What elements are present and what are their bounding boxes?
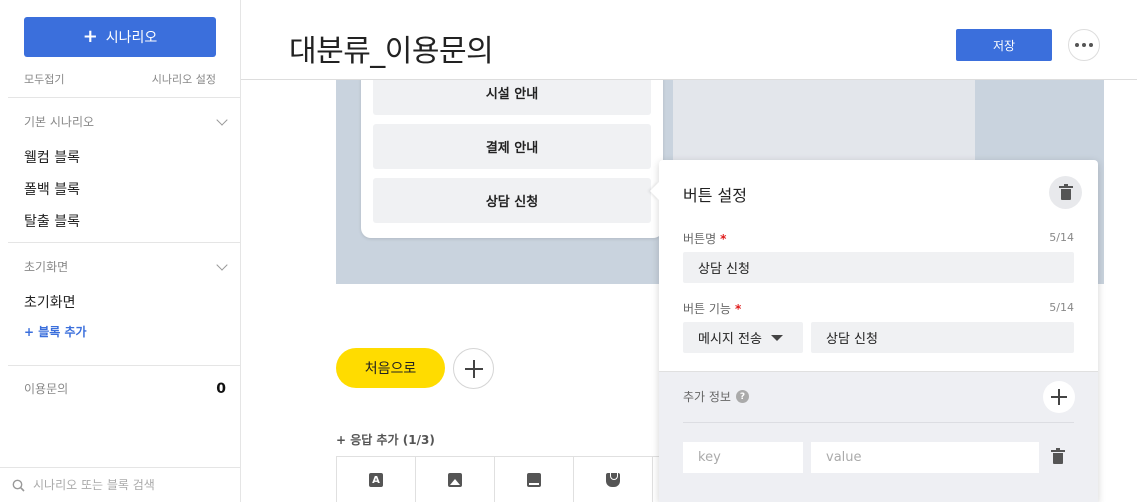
sidebar-search xyxy=(0,467,241,502)
button-name-count: 5/14 xyxy=(1049,231,1074,244)
chevron-down-icon[interactable] xyxy=(216,258,228,271)
group-title: 초기화면 xyxy=(24,260,69,274)
extra-info-label: 추가 정보 xyxy=(683,390,731,404)
add-block-link[interactable]: + 블록 추가 xyxy=(24,323,87,340)
key-input[interactable] xyxy=(683,442,803,473)
button-name-label: 버튼명 * xyxy=(683,232,727,246)
page-title: 대분류_이용문의 xyxy=(289,34,494,69)
trash-icon xyxy=(1058,183,1073,200)
more-options-button[interactable] xyxy=(1068,29,1100,61)
search-icon xyxy=(12,479,25,492)
sidebar-item-exit-block[interactable]: 탈출 블록 xyxy=(24,211,80,231)
go-home-button[interactable]: 처음으로 xyxy=(336,348,445,388)
chevron-down-icon[interactable] xyxy=(216,113,228,126)
button-function-select[interactable]: 메시지 전송 xyxy=(683,322,803,353)
panel-title: 버튼 설정 xyxy=(683,186,747,205)
group-title: 기본 시나리오 xyxy=(24,115,95,129)
add-response-link[interactable]: + 응답 추가 (1/3) xyxy=(336,431,435,448)
response-type-list[interactable] xyxy=(574,457,653,502)
extra-info-section: 추가 정보 ? xyxy=(659,371,1098,502)
add-extra-info-button[interactable] xyxy=(1043,381,1075,413)
plus-icon: + xyxy=(82,26,98,47)
inquiry-count: 0 xyxy=(216,380,226,397)
preview-panel-background xyxy=(673,80,975,160)
page-header: 대분류_이용문의 저장 xyxy=(241,0,1137,80)
plus-icon xyxy=(464,359,483,378)
sidebar-item-inquiry[interactable]: 이용문의 0 xyxy=(24,380,226,397)
trash-icon xyxy=(1051,448,1065,464)
preview-message-card: 시설 안내 결제 안내 상담 신청 xyxy=(361,70,663,238)
add-quick-reply-button[interactable] xyxy=(453,348,494,389)
required-marker: * xyxy=(734,302,742,316)
divider xyxy=(8,97,240,98)
required-marker: * xyxy=(720,232,727,246)
extra-info-header: 추가 정보 ? xyxy=(683,388,749,405)
caret-down-icon xyxy=(770,334,783,341)
response-type-text[interactable]: A xyxy=(337,457,416,502)
search-input[interactable] xyxy=(33,478,223,492)
sidebar-item-fallback-block[interactable]: 폴백 블록 xyxy=(24,179,80,199)
help-icon[interactable]: ? xyxy=(735,390,749,403)
dot-icon xyxy=(1075,43,1079,47)
card-icon xyxy=(527,473,541,487)
group-home-screen-header[interactable]: 초기화면 xyxy=(24,258,228,275)
save-button[interactable]: 저장 xyxy=(956,29,1052,61)
delete-button[interactable] xyxy=(1049,176,1082,209)
button-name-input[interactable] xyxy=(683,252,1074,283)
response-type-toolbar: A xyxy=(336,456,666,502)
selected-function: 메시지 전송 xyxy=(698,332,762,347)
add-scenario-label: 시나리오 xyxy=(105,30,158,46)
button-function-value-input[interactable] xyxy=(811,322,1074,353)
preview-button-selected[interactable]: 상담 신청 xyxy=(373,178,651,223)
scenario-settings-link[interactable]: 시나리오 설정 xyxy=(152,71,216,87)
delete-extra-info-button[interactable] xyxy=(1051,448,1065,464)
sidebar-item-welcome-block[interactable]: 웰컴 블록 xyxy=(24,147,80,167)
group-basic-scenario-header[interactable]: 기본 시나리오 xyxy=(24,113,228,130)
inquiry-label: 이용문의 xyxy=(24,382,69,396)
add-scenario-button[interactable]: + 시나리오 xyxy=(24,17,216,57)
button-settings-panel: 버튼 설정 버튼명* 5/14 버튼 기능* 5/14 메시지 전송 추가 정보… xyxy=(659,160,1098,502)
dot-icon xyxy=(1089,43,1093,47)
divider xyxy=(8,242,240,243)
button-function-label: 버튼 기능 * xyxy=(683,302,742,316)
divider xyxy=(683,422,1074,423)
sidebar: + 시나리오 모두접기 시나리오 설정 기본 시나리오 웰컴 블록 폴백 블록 … xyxy=(0,0,241,502)
button-function-count: 5/14 xyxy=(1049,301,1074,314)
divider xyxy=(8,365,240,366)
plus-icon xyxy=(1051,389,1067,405)
image-icon xyxy=(448,473,462,487)
sidebar-item-home-screen[interactable]: 초기화면 xyxy=(24,292,76,312)
response-type-card[interactable] xyxy=(495,457,574,502)
response-type-image[interactable] xyxy=(416,457,495,502)
collapse-all-link[interactable]: 모두접기 xyxy=(24,71,64,87)
dot-icon xyxy=(1082,43,1086,47)
list-icon xyxy=(606,473,620,487)
text-icon: A xyxy=(369,473,383,487)
preview-button[interactable]: 결제 안내 xyxy=(373,124,651,169)
value-input[interactable] xyxy=(811,442,1039,473)
sidebar-actions: 모두접기 시나리오 설정 xyxy=(24,71,216,87)
